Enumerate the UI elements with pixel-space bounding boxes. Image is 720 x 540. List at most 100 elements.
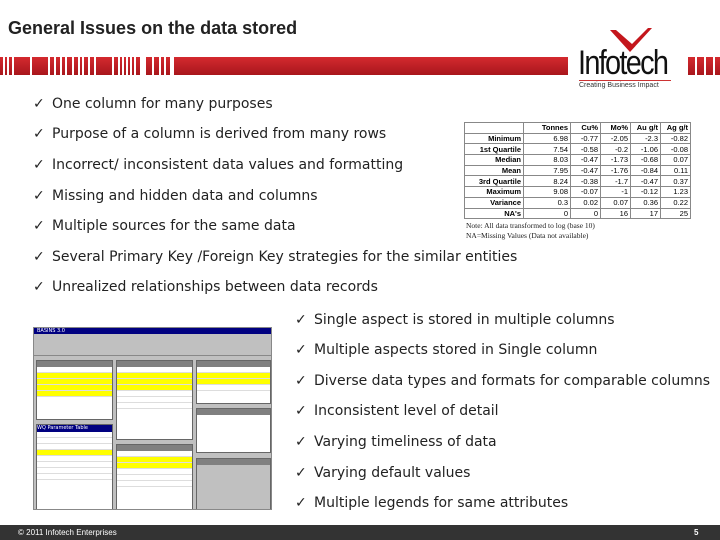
checkmark-icon: ✓ [295, 373, 307, 389]
bullet-item: ✓ Several Primary Key /Foreign Key strate… [33, 249, 517, 265]
table-cell: -0.82 [660, 132, 691, 145]
bullet-text: Inconsistent level of detail [314, 403, 499, 419]
copyright: © 2011 Infotech Enterprises [18, 528, 117, 537]
basins-app-screenshot: BASINS 3.0 WQ Parameter Table [33, 327, 272, 510]
row-label: Maximum [464, 186, 524, 198]
bullet-text: Single aspect is stored in multiple colu… [314, 312, 615, 328]
table-row: NA's 0 0 16 17 25 [464, 207, 691, 220]
column-header: Ag g/t [660, 122, 691, 134]
table-cell: 7.95 [523, 164, 571, 177]
row-label: Median [464, 154, 524, 166]
table-cell: 0.22 [660, 196, 691, 209]
bullet-text: Varying default values [314, 465, 471, 481]
bullet-text: Incorrect/ inconsistent data values and … [52, 157, 404, 173]
checkmark-icon: ✓ [295, 342, 307, 358]
table-cell: 0.07 [600, 196, 631, 209]
bullet-item: ✓ Multiple aspects stored in Single colum… [295, 342, 597, 358]
table-cell: -2.3 [630, 132, 661, 145]
column-header: Tonnes [523, 122, 571, 134]
bullet-item: ✓ Purpose of a column is derived from man… [33, 126, 386, 142]
checkmark-icon: ✓ [33, 279, 45, 295]
table-cell: 17 [630, 207, 661, 220]
bullet-item: ✓ Varying default values [295, 465, 470, 481]
logo-tagline: Creating Business Impact [579, 80, 671, 89]
table-cell: 8.03 [523, 154, 571, 166]
bullet-text: Multiple sources for the same data [52, 218, 296, 234]
checkmark-icon: ✓ [295, 312, 307, 328]
bullet-item: ✓ Multiple legends for same attributes [295, 495, 568, 511]
bullet-text: Multiple aspects stored in Single column [314, 342, 598, 358]
bullet-item: ✓ Inconsistent level of detail [295, 403, 499, 419]
checkmark-icon: ✓ [295, 403, 307, 419]
bullet-item: ✓ Unrealized relationships between data r… [33, 279, 378, 295]
table-cell: 0 [523, 207, 571, 220]
table-cell: 0.02 [570, 196, 601, 209]
bullet-text: Missing and hidden data and columns [52, 188, 318, 204]
table-cell: 0 [570, 207, 601, 220]
table-cell: -1 [600, 186, 631, 198]
table-cell: -1.06 [630, 143, 661, 156]
table-cell: -0.2 [600, 143, 631, 156]
infotech-logo: Infotech Creating Business Impact [576, 24, 676, 92]
table-row: 1st Quartile 7.54 -0.58 -0.2 -1.06 -0.08 [464, 143, 691, 156]
checkmark-icon: ✓ [295, 495, 307, 511]
table-cell: 0.37 [660, 175, 691, 188]
table-cell: -0.84 [630, 164, 661, 177]
table-cell: -0.68 [630, 154, 661, 166]
param-table-title: WQ Parameter Table [37, 425, 112, 432]
bullet-item: ✓ Multiple sources for the same data [33, 218, 296, 234]
bullet-text: Several Primary Key /Foreign Key strateg… [52, 249, 518, 265]
checkmark-icon: ✓ [295, 434, 307, 450]
table-cell: 0.07 [660, 154, 691, 166]
checkmark-icon: ✓ [33, 249, 45, 265]
bullet-text: Purpose of a column is derived from many… [52, 126, 387, 142]
bullet-item: ✓ Varying timeliness of data [295, 434, 497, 450]
checkmark-icon: ✓ [33, 126, 45, 142]
table-cell: 0.3 [523, 196, 571, 209]
table-cell: -0.47 [630, 175, 661, 188]
table-cell: 9.08 [523, 186, 571, 198]
table-cell: 0.36 [630, 196, 661, 209]
table-cell: -0.47 [570, 154, 601, 166]
bullet-item: ✓ Incorrect/ inconsistent data values and… [33, 157, 403, 173]
footer: © 2011 Infotech Enterprises 5 [0, 525, 720, 540]
bullet-text: Unrealized relationships between data re… [52, 279, 378, 295]
bullet-text: Multiple legends for same attributes [314, 495, 569, 511]
note-na: NA=Missing Values (Data not available) [466, 231, 589, 240]
table-note: Note: All data transformed to log (base … [466, 221, 595, 241]
checkmark-icon: ✓ [295, 465, 307, 481]
table-cell: -2.05 [600, 132, 631, 145]
table-cell: 7.54 [523, 143, 571, 156]
checkmark-icon: ✓ [33, 188, 45, 204]
bullet-item: ✓ Single aspect is stored in multiple col… [295, 312, 615, 328]
table-cell: -0.38 [570, 175, 601, 188]
table-cell: -1.7 [600, 175, 631, 188]
table-cell: -0.47 [570, 164, 601, 177]
table-cell: 1.23 [660, 186, 691, 198]
column-header [464, 122, 524, 134]
column-header: Mo% [600, 122, 631, 134]
table-row: 3rd Quartile 8.24 -0.38 -1.7 -0.47 0.37 [464, 175, 691, 188]
checkmark-icon: ✓ [33, 218, 45, 234]
table-row: Median 8.03 -0.47 -1.73 -0.68 0.07 [464, 154, 691, 166]
page-title: General Issues on the data stored [8, 18, 298, 38]
row-label: Variance [464, 196, 524, 209]
table-cell: -0.58 [570, 143, 601, 156]
checkmark-icon: ✓ [33, 96, 45, 112]
bullet-item: ✓ Missing and hidden data and columns [33, 188, 318, 204]
bullet-item: ✓ Diverse data types and formats for comp… [295, 373, 710, 389]
table-row: Mean 7.95 -0.47 -1.76 -0.84 0.11 [464, 164, 691, 177]
table-cell: 25 [660, 207, 691, 220]
table-row: Minimum 6.98 -0.77 -2.05 -2.3 -0.82 [464, 132, 691, 145]
table-cell: -0.77 [570, 132, 601, 145]
table-cell: -1.73 [600, 154, 631, 166]
table-row: Variance 0.3 0.02 0.07 0.36 0.22 [464, 196, 691, 209]
note-log: Note: All data transformed to log (base … [466, 221, 595, 230]
bullet-text: Varying timeliness of data [314, 434, 497, 450]
bullet-text: Diverse data types and formats for compa… [314, 373, 710, 389]
row-label: 1st Quartile [464, 143, 524, 156]
table-cell: -0.08 [660, 143, 691, 156]
column-header: Au g/t [630, 122, 661, 134]
row-label: Mean [464, 164, 524, 177]
row-label: Minimum [464, 132, 524, 145]
